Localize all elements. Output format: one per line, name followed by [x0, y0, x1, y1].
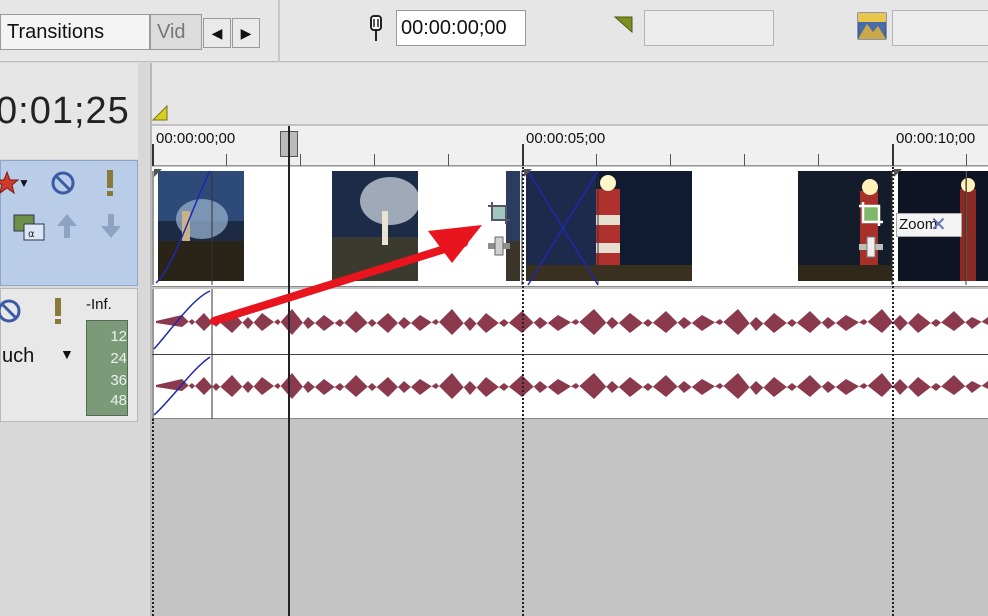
audio-level-meter: 12 24 36 48 — [86, 320, 128, 416]
meter-scale-value: 48 — [110, 392, 127, 409]
snapshot-icon[interactable] — [857, 12, 887, 40]
mute-icon[interactable] — [0, 298, 22, 324]
snapshot-field[interactable] — [892, 10, 988, 46]
tab-scroll-right-button[interactable]: ▶ — [232, 18, 260, 48]
fx-star-icon[interactable] — [0, 170, 20, 196]
meter-scale-value: 24 — [110, 350, 127, 367]
solo-icon[interactable] — [48, 296, 68, 326]
marker-pin-icon[interactable] — [366, 14, 386, 42]
svg-text:α: α — [28, 229, 35, 240]
cursor-time-field[interactable]: 00:00:00;00 — [396, 10, 526, 46]
move-up-icon[interactable] — [54, 212, 80, 240]
timeline-area[interactable]: 00:00:00;00 00:00:05;00 00:00:10;00 Zoom… — [152, 63, 988, 616]
mute-icon[interactable] — [50, 170, 76, 196]
region-time-field[interactable] — [644, 10, 774, 46]
toolbar-separator — [278, 0, 280, 62]
annotation-arrow — [210, 225, 482, 325]
meter-scale-value: 36 — [110, 372, 127, 389]
solo-icon[interactable] — [100, 168, 120, 198]
tab-transitions[interactable]: Transitions — [0, 14, 150, 50]
audio-automation-mode[interactable]: uch — [2, 345, 34, 368]
meter-peak-label: -Inf. — [86, 296, 112, 313]
move-down-icon[interactable] — [98, 212, 124, 240]
region-flag-icon[interactable] — [612, 14, 634, 36]
cursor-position-display: 0:01;25 — [0, 90, 130, 132]
chevron-down-icon[interactable]: ▼ — [60, 346, 74, 362]
tab-video-fx[interactable]: Vid — [150, 14, 202, 50]
meter-scale-value: 12 — [110, 328, 127, 345]
tab-scroll-left-button[interactable]: ◀ — [203, 18, 231, 48]
fx-dropdown-icon[interactable]: ▼ — [18, 172, 30, 194]
compositing-icon[interactable]: α — [12, 212, 46, 242]
